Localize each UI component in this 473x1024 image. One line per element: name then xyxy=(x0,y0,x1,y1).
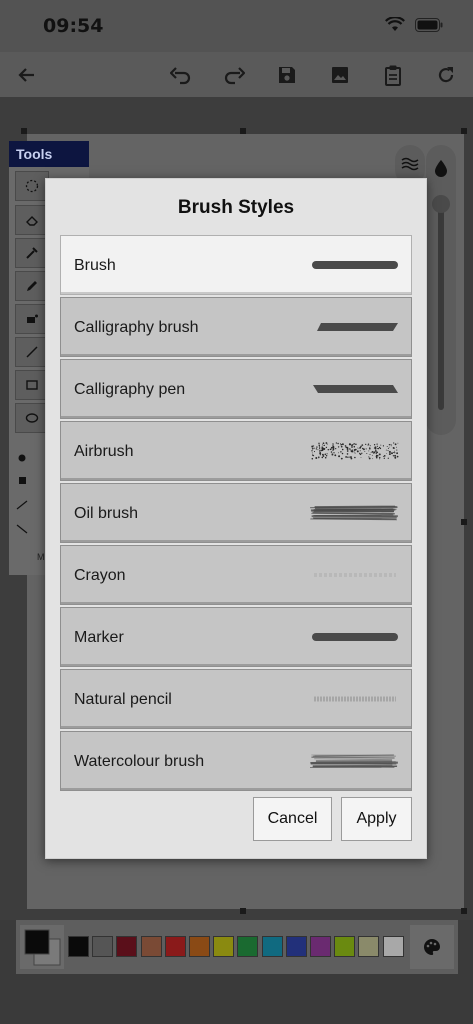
resize-handle[interactable] xyxy=(240,908,246,914)
brush-option-label: Crayon xyxy=(74,567,126,584)
opacity-slider-panel xyxy=(426,145,456,435)
resize-handle[interactable] xyxy=(240,128,246,134)
color-swatch[interactable] xyxy=(68,936,89,957)
resize-handle[interactable] xyxy=(461,908,467,914)
brush-option-label: Brush xyxy=(74,257,116,274)
brush-option-natural-pencil[interactable]: Natural pencil xyxy=(60,669,412,729)
opacity-slider-thumb[interactable] xyxy=(432,195,450,213)
color-swatch[interactable] xyxy=(92,936,114,957)
layers-icon xyxy=(401,157,419,171)
brush-option-brush[interactable]: Brush xyxy=(60,235,412,295)
opacity-slider-track[interactable] xyxy=(438,200,444,410)
color-swatch[interactable] xyxy=(116,936,138,957)
top-toolbar xyxy=(0,52,473,97)
back-arrow-icon[interactable] xyxy=(15,63,39,87)
lasso-select-tool[interactable] xyxy=(15,171,49,201)
airbrush-preview-icon xyxy=(311,442,399,460)
brush-size-options[interactable] xyxy=(15,447,49,547)
resize-handle[interactable] xyxy=(21,128,27,134)
palette-button[interactable] xyxy=(410,925,454,969)
brush-option-label: Natural pencil xyxy=(74,691,172,708)
image-icon[interactable] xyxy=(328,63,352,87)
rectangle-tool[interactable] xyxy=(15,370,49,400)
brush-option-label: Calligraphy pen xyxy=(74,381,186,398)
palette-icon xyxy=(424,939,440,955)
fill-bucket-tool[interactable] xyxy=(15,304,49,334)
tools-panel-title: Tools xyxy=(9,141,89,167)
calligraphy-brush-preview-icon xyxy=(317,323,398,331)
natural-pencil-preview-icon xyxy=(314,696,396,702)
brush-option-calligraphy-brush[interactable]: Calligraphy brush xyxy=(60,297,412,357)
brush-styles-dialog: Brush Styles Brush Calligraphy brush Cal… xyxy=(45,178,427,859)
status-time: 09:54 xyxy=(43,15,104,37)
color-swatch[interactable] xyxy=(382,936,404,957)
brush-option-airbrush[interactable]: Airbrush xyxy=(60,421,412,481)
brush-option-oil-brush[interactable]: Oil brush xyxy=(60,483,412,543)
calligraphy-pen-preview-icon xyxy=(313,385,398,393)
color-swatch[interactable] xyxy=(310,936,331,957)
undo-icon[interactable] xyxy=(169,63,193,87)
crayon-preview-icon xyxy=(314,573,396,577)
brush-option-watercolour-brush[interactable]: Watercolour brush xyxy=(60,731,412,791)
pencil-tool[interactable] xyxy=(15,271,49,301)
brush-option-crayon[interactable]: Crayon xyxy=(60,545,412,605)
battery-icon xyxy=(415,17,443,32)
resize-handle[interactable] xyxy=(461,519,467,525)
brush-option-label: Oil brush xyxy=(74,505,139,522)
brush-option-marker[interactable]: Marker xyxy=(60,607,412,667)
tools-panel-partial-label: M xyxy=(37,552,45,562)
color-swatch[interactable] xyxy=(261,936,283,957)
brush-option-calligraphy-pen[interactable]: Calligraphy pen xyxy=(60,359,412,419)
wifi-icon xyxy=(385,17,405,31)
color-swatch[interactable] xyxy=(189,936,210,957)
dialog-buttons: Cancel Apply xyxy=(253,797,412,841)
color-swatch[interactable] xyxy=(140,936,162,957)
dialog-title: Brush Styles xyxy=(177,197,295,218)
brush-option-label: Watercolour brush xyxy=(74,753,205,770)
brush-preview-icon xyxy=(312,261,398,269)
brush-style-list: Brush Calligraphy brush Calligraphy pen … xyxy=(60,235,412,793)
watercolour-brush-preview-icon xyxy=(309,754,398,769)
cancel-button[interactable]: Cancel xyxy=(253,797,332,841)
save-icon[interactable] xyxy=(275,63,299,87)
color-palette xyxy=(16,920,458,974)
line-tool[interactable] xyxy=(15,337,49,367)
color-swatch[interactable] xyxy=(358,936,380,957)
current-color-picker[interactable] xyxy=(20,925,64,969)
bottom-bar xyxy=(0,920,473,1024)
marker-preview-icon xyxy=(312,633,398,641)
drop-icon xyxy=(435,160,447,177)
color-swatch[interactable] xyxy=(237,936,259,957)
brush-option-label: Calligraphy brush xyxy=(74,319,199,336)
brush-option-label: Marker xyxy=(74,629,124,646)
refresh-icon[interactable] xyxy=(434,63,458,87)
clipboard-icon[interactable] xyxy=(381,63,405,87)
status-bar: 09:54 xyxy=(0,0,473,52)
eraser-tool[interactable] xyxy=(15,205,49,235)
color-swatch[interactable] xyxy=(164,936,186,957)
redo-icon[interactable] xyxy=(222,63,246,87)
color-swatch[interactable] xyxy=(334,936,356,957)
status-icons xyxy=(385,17,443,32)
brush-option-label: Airbrush xyxy=(74,443,134,460)
apply-button[interactable]: Apply xyxy=(341,797,412,841)
resize-handle[interactable] xyxy=(461,128,467,134)
color-swatch[interactable] xyxy=(213,936,235,957)
color-swatch[interactable] xyxy=(285,936,307,957)
ellipse-tool[interactable] xyxy=(15,403,49,433)
eyedropper-tool[interactable] xyxy=(15,238,49,268)
oil-brush-preview-icon xyxy=(310,505,398,521)
